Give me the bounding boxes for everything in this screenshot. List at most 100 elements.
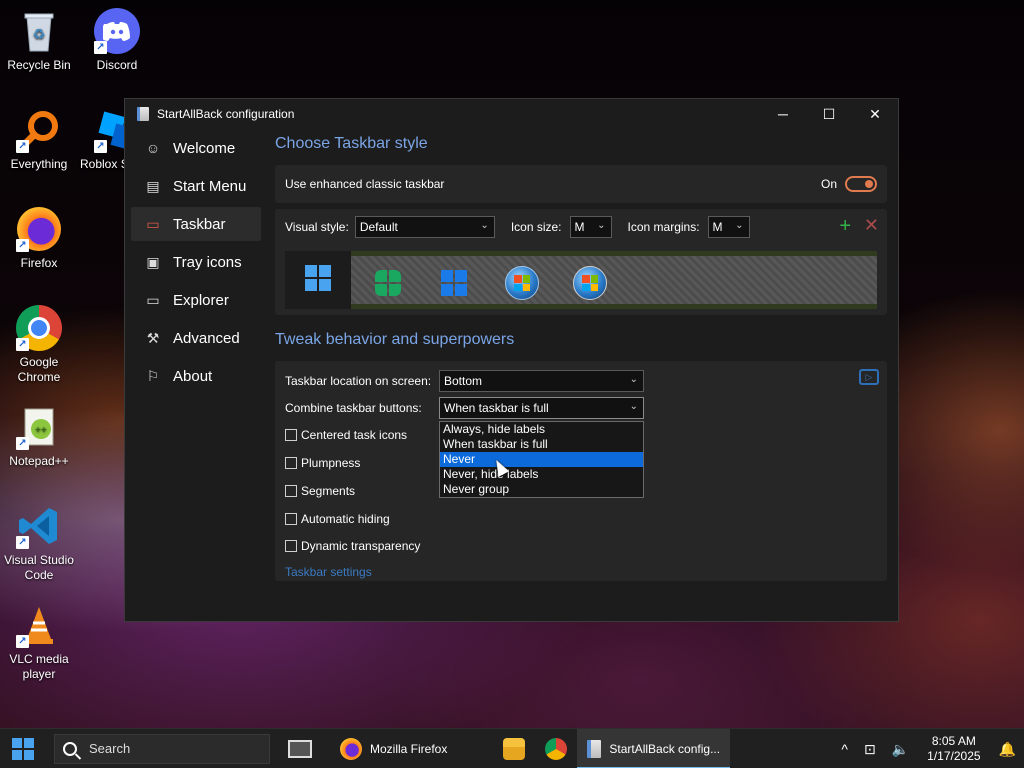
desktop-icon-firefox[interactable]: ↗ Firefox (0, 206, 78, 271)
vscode-icon: ↗ (16, 503, 62, 549)
checkbox-label: Plumpness (301, 455, 361, 470)
windows11-logo-icon (305, 265, 331, 291)
startallback-icon (587, 739, 602, 758)
search-icon (63, 741, 77, 756)
combine-buttons-select[interactable]: When taskbar is full ⌄ (439, 396, 644, 419)
style-option-windows8[interactable] (371, 266, 405, 300)
checkbox-label: Automatic hiding (301, 511, 390, 526)
desktop-icon-label: Google Chrome (17, 355, 61, 384)
start-button[interactable] (0, 729, 46, 768)
shortcut-arrow-icon: ↗ (94, 41, 107, 54)
maximize-button[interactable]: ☐ (806, 99, 852, 129)
everything-search-icon: ↗ (16, 107, 62, 153)
taskbar-app-firefox[interactable]: Mozilla Firefox (330, 729, 457, 768)
combine-buttons-label: Combine taskbar buttons: (285, 400, 422, 415)
icon-margins-label: Icon margins: (627, 220, 700, 234)
window-title: StartAllBack configuration (157, 107, 295, 121)
taskbar-app-startallback[interactable]: StartAllBack config... (577, 728, 731, 768)
desktop-icon-chrome[interactable]: ↗ Google Chrome (0, 305, 78, 385)
clock[interactable]: 8:05 AM 1/17/2025 (927, 734, 980, 764)
sidebar-item-tray-icons[interactable]: ▣ Tray icons (131, 245, 261, 279)
taskbar-app-label: Mozilla Firefox (370, 741, 448, 756)
sidebar-item-label: Start Menu (173, 177, 247, 195)
desktop-icon-label: Notepad++ (9, 454, 69, 468)
style-option-windows10[interactable] (437, 266, 471, 300)
chrome-icon (545, 737, 568, 760)
taskbar-location-select[interactable]: Bottom ⌄ (439, 369, 644, 392)
chevron-down-icon: ⌄ (480, 220, 489, 231)
icon-size-select[interactable]: M ⌄ (569, 216, 612, 238)
taskbar-app-file-explorer[interactable] (493, 729, 535, 768)
firefox-icon: ↗ (16, 206, 62, 252)
desktop-icon-label: Firefox (20, 256, 58, 270)
tray-overflow-chevron-icon[interactable]: ^ (841, 741, 848, 757)
dropdown-option-never[interactable]: Never (440, 452, 643, 467)
centered-task-icons-checkbox[interactable] (285, 428, 297, 441)
sidebar-item-label: Explorer (173, 291, 229, 309)
wrench-icon: ⚒ (146, 329, 160, 346)
toggle-state-label: On (820, 177, 837, 191)
chevron-down-icon: ⌄ (629, 373, 638, 385)
taskbar-search-box[interactable]: Search (54, 733, 270, 764)
startallback-icon (137, 107, 149, 121)
enhanced-taskbar-toggle[interactable] (845, 176, 877, 192)
video-help-icon[interactable]: ▷ (859, 369, 879, 385)
taskbar-location-label: Taskbar location on screen: (285, 373, 432, 388)
tray-icons-icon: ▣ (146, 253, 160, 270)
taskbar-app-chrome[interactable] (535, 729, 577, 768)
style-option-windows11[interactable] (285, 251, 351, 309)
sidebar-item-advanced[interactable]: ⚒ Advanced (131, 321, 261, 355)
dropdown-option-always-hide-labels[interactable]: Always, hide labels (440, 422, 643, 437)
system-tray: ^ ⊡ 🔈 8:05 AM 1/17/2025 🔔 (833, 729, 1024, 768)
plumpness-checkbox[interactable] (285, 456, 297, 469)
dropdown-option-never-hide-labels[interactable]: Never, hide labels (440, 467, 643, 482)
volume-icon[interactable]: 🔈 (892, 741, 909, 758)
folder-icon (503, 737, 526, 760)
window-titlebar[interactable]: StartAllBack configuration ─ ☐ ✕ (125, 99, 898, 129)
recycle-bin-icon: ♻ (16, 8, 62, 54)
sidebar-item-about[interactable]: ⚐ About (131, 359, 261, 393)
sidebar-nav: ☺ Welcome ▤ Start Menu ▭ Taskbar ▣ Tray … (131, 131, 261, 397)
chevron-down-icon: ⌄ (629, 400, 638, 412)
desktop-icon-everything[interactable]: ↗ Everything (0, 107, 78, 172)
dynamic-transparency-checkbox[interactable] (285, 539, 297, 552)
vlc-icon: ↗ (16, 602, 62, 648)
sidebar-item-label: Welcome (173, 139, 236, 157)
desktop-icon-notepad-plus-plus[interactable]: ++ ↗ Notepad++ (0, 404, 78, 469)
sidebar-item-explorer[interactable]: ▭ Explorer (131, 283, 261, 317)
enhanced-taskbar-label: Use enhanced classic taskbar (285, 177, 445, 191)
style-option-windows7[interactable] (505, 266, 539, 300)
task-view-button[interactable] (278, 729, 322, 768)
icon-margins-select[interactable]: M ⌄ (707, 216, 750, 238)
windows-taskbar: Search Mozilla Firefox StartAllBack conf… (0, 728, 1024, 768)
minimize-button[interactable]: ─ (760, 99, 806, 129)
automatic-hiding-checkbox[interactable] (285, 512, 297, 525)
desktop-icon-vlc[interactable]: ↗ VLC media player (0, 602, 78, 682)
segments-checkbox[interactable] (285, 484, 297, 497)
style-option-windows-vista[interactable] (573, 266, 607, 300)
close-button[interactable]: ✕ (852, 99, 898, 129)
dropdown-option-when-full[interactable]: When taskbar is full (440, 437, 643, 452)
task-view-icon (288, 739, 312, 758)
sidebar-item-start-menu[interactable]: ▤ Start Menu (131, 169, 261, 203)
taskbar-settings-link[interactable]: Taskbar settings (285, 565, 877, 579)
sidebar-item-welcome[interactable]: ☺ Welcome (131, 131, 261, 165)
desktop-icon-label: VLC media player (9, 652, 69, 681)
remove-style-button[interactable]: ✕ (864, 215, 879, 236)
desktop-icon-recycle-bin[interactable]: ♻ Recycle Bin (0, 8, 78, 73)
desktop-icon-discord[interactable]: ↗ Discord (78, 8, 156, 73)
visual-style-select[interactable]: Default ⌄ (354, 216, 495, 238)
section-heading-tweaks: Tweak behavior and superpowers (275, 331, 515, 348)
dropdown-option-never-group[interactable]: Never group (440, 482, 643, 497)
desktop-icon-vscode[interactable]: ↗ Visual Studio Code (0, 503, 78, 583)
notification-bell-icon[interactable]: 🔔 (999, 741, 1016, 758)
icon-size-label: Icon size: (510, 220, 562, 234)
network-icon[interactable]: ⊡ (864, 741, 876, 758)
taskbar-app-label: StartAllBack config... (609, 741, 721, 756)
add-style-button[interactable]: + (839, 215, 851, 238)
clock-time: 8:05 AM (931, 734, 976, 748)
visual-style-label: Visual style: (285, 220, 349, 234)
sidebar-item-label: About (173, 367, 213, 385)
sidebar-item-taskbar[interactable]: ▭ Taskbar (131, 207, 261, 241)
sidebar-item-label: Advanced (173, 329, 240, 347)
